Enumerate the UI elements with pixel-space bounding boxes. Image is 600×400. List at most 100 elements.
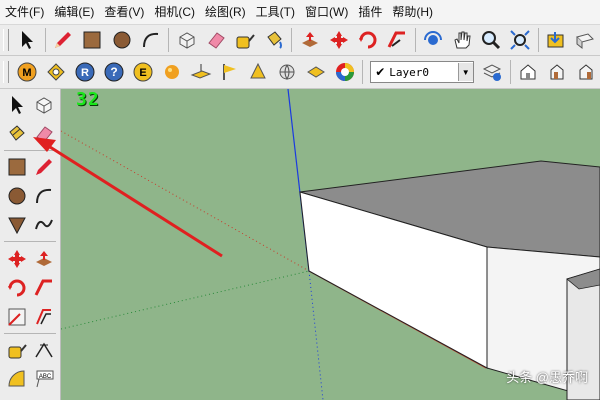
pan-button[interactable] (450, 27, 475, 53)
follow-me-button[interactable] (31, 275, 57, 301)
menu-tools[interactable]: 工具(T) (251, 0, 300, 24)
rotate-tool-button[interactable] (355, 27, 380, 53)
make-component-button[interactable] (174, 27, 199, 53)
eraser-icon (207, 32, 225, 49)
dimension-tool-button[interactable] (31, 337, 57, 363)
offset-tool-button[interactable] (31, 304, 57, 330)
follow-me-button[interactable] (385, 27, 410, 53)
model-viewport[interactable]: 32 (61, 89, 600, 400)
menu-help[interactable]: 帮助(H) (387, 0, 438, 24)
plugin-e-button[interactable]: E (130, 59, 155, 85)
rectangle-icon (8, 158, 26, 176)
freehand-tool-button[interactable] (31, 212, 57, 238)
house-front-icon (550, 64, 564, 80)
zoom-extents-button[interactable] (508, 27, 533, 53)
push-pull-icon (36, 251, 52, 266)
main-toolbar (0, 25, 600, 56)
plane-icon (190, 64, 211, 79)
left-toolbar: ABC (0, 89, 61, 400)
tape-measure-button[interactable] (4, 337, 30, 363)
eraser-tool-button[interactable] (203, 27, 228, 53)
move-tool-button[interactable] (326, 27, 351, 53)
rectangle-tool-button[interactable] (4, 154, 30, 180)
plugin-m-icon: M (17, 62, 37, 82)
tag-icon (47, 63, 65, 81)
share-model-button[interactable] (573, 27, 598, 53)
rotate-tool-button[interactable] (4, 275, 30, 301)
scene-canvas (61, 89, 600, 400)
text-tool-button[interactable]: ABC (31, 366, 57, 392)
text-abc-icon: ABC (36, 370, 54, 388)
svg-text:?: ? (110, 65, 117, 79)
plugin-tag-button[interactable] (44, 59, 69, 85)
select-arrow-icon (22, 31, 34, 49)
flag-icon (223, 64, 237, 80)
toolbar-separator (537, 28, 539, 52)
color-wheel-icon (335, 63, 354, 81)
view-front-button[interactable] (544, 59, 569, 85)
plane-button[interactable] (188, 59, 213, 85)
paint-bucket-button[interactable] (4, 121, 30, 147)
toolbar-grip[interactable] (3, 29, 9, 51)
view-iso-button[interactable] (515, 59, 540, 85)
paint-bucket-icon (9, 125, 25, 141)
zoom-extents-icon (510, 30, 530, 50)
push-pull-button[interactable] (31, 246, 57, 272)
toolbar-separator (362, 60, 364, 84)
rectangle-tool-button[interactable] (80, 27, 105, 53)
make-component-button[interactable] (31, 92, 57, 118)
push-pull-icon (301, 32, 318, 47)
pencil-tool-button[interactable] (51, 27, 76, 53)
select-tool-button[interactable] (4, 92, 30, 118)
rectangle-icon (83, 31, 101, 49)
eraser-icon (36, 126, 53, 143)
pencil-tool-button[interactable] (31, 154, 57, 180)
menu-plugins[interactable]: 插件 (353, 0, 387, 24)
layers-icon (482, 64, 502, 81)
color-wheel-button[interactable] (332, 59, 357, 85)
tape-measure-button[interactable] (232, 27, 257, 53)
circle-tool-button[interactable] (4, 183, 30, 209)
select-tool-button[interactable] (15, 27, 40, 53)
toolbar-grip[interactable] (3, 61, 9, 83)
menu-view[interactable]: 查看(V) (99, 0, 149, 24)
section-button[interactable] (304, 59, 329, 85)
help-button[interactable]: ? (101, 59, 126, 85)
layer-name: Layer0 (389, 65, 430, 79)
menu-file[interactable]: 文件(F) (0, 0, 49, 24)
push-pull-button[interactable] (297, 27, 322, 53)
layer-manager-button[interactable] (480, 59, 505, 85)
get-models-button[interactable] (544, 27, 569, 53)
secondary-toolbar: M R ? E ✔ Layer0 ▼ (0, 56, 600, 89)
view-side-button[interactable] (573, 59, 598, 85)
eraser-tool-button[interactable] (31, 121, 57, 147)
layer-dropdown[interactable]: ✔ Layer0 ▼ (370, 61, 474, 83)
component-icon (36, 97, 52, 114)
chevron-down-icon[interactable]: ▼ (457, 63, 473, 81)
plugin-m-button[interactable]: M (15, 59, 40, 85)
zoom-button[interactable] (479, 27, 504, 53)
paint-bucket-button[interactable] (261, 27, 286, 53)
arc-tool-button[interactable] (31, 183, 57, 209)
menu-draw[interactable]: 绘图(R) (200, 0, 251, 24)
plugin-r-icon: R (75, 62, 95, 82)
sphere-button[interactable] (159, 59, 184, 85)
arc-tool-button[interactable] (138, 27, 163, 53)
move-tool-button[interactable] (4, 246, 30, 272)
menu-edit[interactable]: 编辑(E) (49, 0, 99, 24)
orbit-button[interactable] (421, 27, 446, 53)
scale-tool-button[interactable] (4, 304, 30, 330)
menu-window[interactable]: 窗口(W) (300, 0, 353, 24)
menu-camera[interactable]: 相机(C) (149, 0, 200, 24)
globe-button[interactable] (275, 59, 300, 85)
plugin-r-button[interactable]: R (73, 59, 98, 85)
cone-button[interactable] (246, 59, 271, 85)
protractor-tool-button[interactable] (4, 366, 30, 392)
offset-icon (36, 309, 51, 325)
question-icon: ? (104, 62, 124, 82)
polygon-tool-button[interactable] (4, 212, 30, 238)
circle-icon (113, 31, 131, 49)
triangle-polygon-icon (8, 217, 26, 235)
flag-button[interactable] (217, 59, 242, 85)
circle-tool-button[interactable] (109, 27, 134, 53)
